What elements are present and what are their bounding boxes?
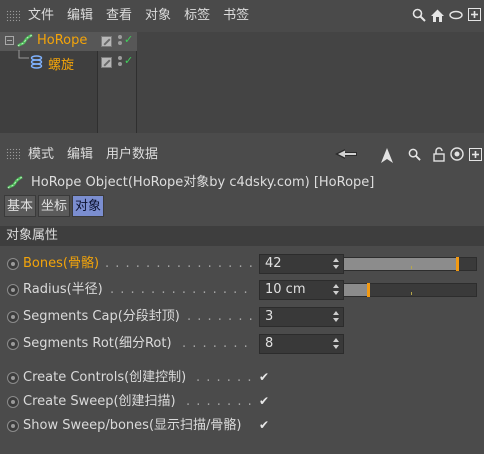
cursor-icon[interactable] bbox=[380, 146, 394, 164]
target-icon[interactable] bbox=[449, 146, 464, 162]
tab-basic[interactable]: 基本 bbox=[4, 195, 37, 217]
slider-fill bbox=[344, 258, 457, 270]
label-leader: . . . . . . . . . . . . . . . . . . . . … bbox=[105, 256, 255, 271]
search-icon[interactable] bbox=[407, 146, 421, 162]
param-row-show-sweep: Show Sweep/bones(显示扫描/骨骼) ✔ bbox=[0, 414, 484, 438]
tab-coord[interactable]: 坐标 bbox=[38, 195, 71, 217]
panel-grip-icon[interactable] bbox=[6, 10, 20, 22]
segments-cap-input[interactable]: 3 bbox=[259, 307, 344, 327]
tab-object[interactable]: 对象 bbox=[72, 195, 105, 217]
show-sweep-checkbox[interactable]: ✔ bbox=[259, 419, 271, 431]
maximize-icon[interactable] bbox=[467, 7, 481, 21]
spinner-arrows-icon[interactable] bbox=[333, 283, 340, 297]
search-icon[interactable] bbox=[412, 7, 426, 23]
slider-knob[interactable] bbox=[367, 283, 370, 297]
animate-radio-icon[interactable] bbox=[7, 284, 19, 296]
param-label-bones: Bones(骨骼) bbox=[23, 256, 100, 271]
bones-slider[interactable] bbox=[343, 257, 477, 271]
enabled-check-icon[interactable]: ✓ bbox=[124, 54, 133, 67]
back-arrow-icon[interactable] bbox=[334, 147, 358, 161]
menu-bookmarks[interactable]: 书签 bbox=[223, 0, 249, 32]
radius-value[interactable]: 10 cm bbox=[265, 281, 306, 299]
spinner-arrows-icon[interactable] bbox=[333, 337, 340, 351]
param-label-create-controls: Create Controls(创建控制) bbox=[23, 370, 187, 385]
object-name-horope[interactable]: HoRope bbox=[37, 33, 87, 48]
segments-rot-value[interactable]: 8 bbox=[265, 335, 273, 353]
label-leader: . . . . . . . . . . . bbox=[187, 309, 255, 324]
menu-edit[interactable]: 编辑 bbox=[67, 141, 93, 169]
param-row-segments-cap: Segments Cap(分段封顶) . . . . . . . . . . .… bbox=[0, 305, 484, 329]
bones-input[interactable]: 42 bbox=[259, 254, 344, 274]
slider-knob[interactable] bbox=[456, 257, 459, 271]
section-header: 对象属性 bbox=[0, 226, 484, 246]
create-sweep-checkbox[interactable]: ✔ bbox=[259, 395, 271, 407]
visibility-dots-icon[interactable] bbox=[117, 56, 123, 66]
param-label-segments-cap: Segments Cap(分段封顶) bbox=[23, 309, 180, 324]
create-controls-checkbox[interactable]: ✔ bbox=[259, 371, 271, 383]
menu-view[interactable]: 查看 bbox=[106, 0, 132, 32]
menu-mode[interactable]: 模式 bbox=[28, 141, 54, 169]
view-toggle-icon[interactable] bbox=[449, 9, 463, 21]
segments-rot-input[interactable]: 8 bbox=[259, 334, 344, 354]
attribute-tabs: 基本 坐标 对象 bbox=[4, 195, 106, 217]
rope-object-icon bbox=[7, 175, 23, 189]
enabled-check-icon[interactable]: ✓ bbox=[124, 33, 133, 46]
param-row-radius: Radius(半径) . . . . . . . . . . . . . . .… bbox=[0, 278, 484, 302]
param-label-show-sweep: Show Sweep/bones(显示扫描/骨骼) bbox=[23, 418, 242, 433]
maximize-icon[interactable] bbox=[468, 147, 482, 161]
menu-edit[interactable]: 编辑 bbox=[67, 0, 93, 32]
param-row-create-sweep: Create Sweep(创建扫描) . . . . . . . . . . ✔ bbox=[0, 390, 484, 414]
param-row-create-controls: Create Controls(创建控制) . . . . . . . . . … bbox=[0, 366, 484, 390]
object-tags-column bbox=[137, 32, 484, 133]
layer-flag-icon[interactable] bbox=[101, 57, 112, 68]
layer-flag-icon[interactable] bbox=[101, 36, 112, 47]
menu-file[interactable]: 文件 bbox=[28, 0, 54, 32]
object-title: HoRope Object(HoRope对象by c4dsky.com) [Ho… bbox=[31, 175, 375, 190]
home-icon[interactable] bbox=[429, 6, 445, 24]
menu-tags[interactable]: 标签 bbox=[184, 0, 210, 32]
lock-icon[interactable] bbox=[432, 145, 446, 163]
panel-grip-icon[interactable] bbox=[6, 148, 20, 160]
label-leader: . . . . . . . . . . bbox=[186, 394, 256, 409]
param-row-bones: Bones(骨骼) . . . . . . . . . . . . . . . … bbox=[0, 252, 484, 276]
spinner-arrows-icon[interactable] bbox=[333, 310, 340, 324]
tree-expand-icon[interactable] bbox=[5, 36, 14, 45]
label-leader: . . . . . . . . . . . bbox=[182, 336, 255, 351]
radius-input[interactable]: 10 cm bbox=[259, 280, 344, 300]
helix-spline-icon bbox=[30, 55, 43, 69]
radius-slider[interactable] bbox=[343, 283, 477, 297]
animate-radio-icon[interactable] bbox=[7, 338, 19, 350]
object-manager-menubar: 文件 编辑 查看 对象 标签 书签 bbox=[0, 0, 484, 32]
object-manager-menu: 文件 编辑 查看 对象 标签 书签 bbox=[28, 0, 262, 32]
slider-fill bbox=[344, 284, 368, 296]
animate-radio-icon[interactable] bbox=[7, 396, 19, 408]
param-row-segments-rot: Segments Rot(细分Rot) . . . . . . . . . . … bbox=[0, 332, 484, 356]
spinner-arrows-icon[interactable] bbox=[333, 257, 340, 271]
menu-object[interactable]: 对象 bbox=[145, 0, 171, 32]
param-label-create-sweep: Create Sweep(创建扫描) bbox=[23, 394, 176, 409]
label-leader: . . . . . . . . . bbox=[196, 370, 256, 385]
menu-user-data[interactable]: 用户数据 bbox=[106, 141, 158, 169]
animate-radio-icon[interactable] bbox=[7, 420, 19, 432]
object-title-bar: HoRope Object(HoRope对象by c4dsky.com) [Ho… bbox=[6, 172, 374, 194]
param-label-radius: Radius(半径) bbox=[23, 282, 103, 297]
object-manager-panel: 文件 编辑 查看 对象 标签 书签 HoRope ✓ 螺旋 ✓ bbox=[0, 0, 484, 133]
animate-radio-icon[interactable] bbox=[7, 258, 19, 270]
label-leader: . . . . . . . . . . . . . . . . . . . . … bbox=[110, 282, 255, 297]
slider-tick bbox=[411, 266, 412, 269]
animate-radio-icon[interactable] bbox=[7, 311, 19, 323]
animate-radio-icon[interactable] bbox=[7, 372, 19, 384]
attribute-manager-menubar: 模式 编辑 用户数据 bbox=[0, 141, 484, 169]
segments-cap-value[interactable]: 3 bbox=[265, 308, 273, 326]
bones-value[interactable]: 42 bbox=[265, 255, 282, 273]
slider-tick bbox=[411, 292, 412, 295]
visibility-dots-icon[interactable] bbox=[117, 35, 123, 45]
object-name-helix[interactable]: 螺旋 bbox=[48, 54, 74, 73]
rope-object-icon bbox=[17, 33, 33, 47]
param-label-segments-rot: Segments Rot(细分Rot) bbox=[23, 336, 172, 351]
attribute-manager-menu: 模式 编辑 用户数据 bbox=[28, 141, 171, 169]
tree-branch-line bbox=[18, 50, 29, 59]
